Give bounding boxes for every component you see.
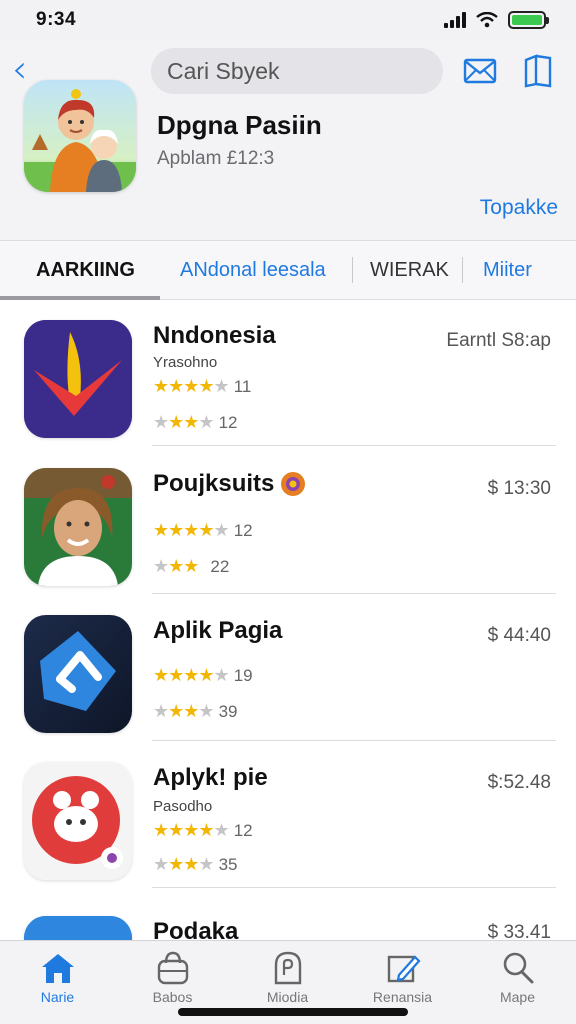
- tab-label: Renansia: [372, 989, 433, 1005]
- rating-stars: ★ ★★ 22: [153, 556, 230, 576]
- status-icons: [444, 11, 549, 29]
- list-item[interactable]: Poujksuits $ 13:30 ★★★★ ★ 12 ★ ★★ 22: [0, 448, 576, 594]
- bag-icon: [157, 951, 188, 985]
- divider: [152, 740, 556, 741]
- tab-home[interactable]: Narie: [0, 941, 115, 1024]
- rating-count: 12: [218, 412, 238, 432]
- featured-app-icon[interactable]: [24, 80, 136, 192]
- home-indicator[interactable]: [178, 1008, 408, 1016]
- app-price[interactable]: $:52.48: [488, 772, 551, 794]
- blue-app-icon: [24, 916, 132, 940]
- app-name: Aplik Pagia: [153, 617, 283, 644]
- app-name: Nndonesia: [153, 322, 276, 349]
- status-bar: 9:34: [0, 0, 576, 40]
- rating-stars: ★★★★ ★ 12: [153, 520, 253, 540]
- rating-count: 12: [233, 820, 253, 840]
- person-avatar-icon: [24, 468, 132, 586]
- app-price[interactable]: Earntl S8:ap: [446, 330, 551, 352]
- app-price[interactable]: $ 33.41: [488, 922, 551, 940]
- app-price[interactable]: $ 13:30: [488, 478, 551, 500]
- app-logo-icon: [24, 320, 132, 438]
- tab-ranking[interactable]: AARKIING: [36, 241, 135, 299]
- app-name: Poujksuits: [153, 470, 306, 498]
- tab-label: Narie: [40, 989, 75, 1005]
- app-subtitle: Pasodho: [153, 798, 213, 815]
- rating-stars: ★★★★ ★ 11: [153, 376, 252, 396]
- divider: [152, 593, 556, 594]
- badge-icon: [281, 472, 306, 496]
- app-name: Aplyk! pie: [153, 764, 268, 791]
- tab-search[interactable]: Mape: [460, 941, 575, 1024]
- get-link[interactable]: Topakke: [480, 196, 558, 220]
- rating-count: 35: [218, 854, 238, 874]
- rating-stars: ★★★★ ★ 12: [153, 820, 253, 840]
- signal-icon: [444, 12, 466, 28]
- battery-icon: [508, 11, 549, 29]
- tab-label: Miodia: [266, 989, 309, 1005]
- list-item[interactable]: Podaka $ 33.41: [0, 900, 576, 940]
- search-input[interactable]: Cari Sbyek: [151, 48, 443, 94]
- tab-separator: [462, 257, 463, 283]
- search-text: Cari Sbyek: [167, 57, 280, 84]
- tab-more[interactable]: Miiter: [483, 241, 532, 299]
- list-item[interactable]: Nndonesia Yrasohno Earntl S8:ap ★★★★ ★ 11…: [0, 300, 576, 446]
- arrow-app-icon: [24, 615, 132, 733]
- rating-stars: ★ ★★ ★ 39: [153, 701, 238, 721]
- search-icon: [503, 952, 533, 984]
- bookmark-icon[interactable]: [520, 52, 556, 88]
- tab-weekly[interactable]: WIERAK: [370, 241, 449, 299]
- app-title: Dpgna Pasiin: [157, 110, 322, 140]
- rating-count: 39: [218, 701, 238, 721]
- rating-stars: ★★★★ ★ 19: [153, 665, 253, 685]
- app-subtitle: Yrasohno: [153, 354, 218, 371]
- segment-tabs: AARKIING ANdonal leesala WIERAK Miiter: [0, 240, 576, 300]
- list-item[interactable]: Aplyk! pie Pasodho $:52.48 ★★★★ ★ 12 ★ ★★ ★…: [0, 742, 576, 888]
- app-list: Nndonesia Yrasohno Earntl S8:ap ★★★★ ★ 11…: [0, 300, 576, 940]
- wifi-icon: [476, 12, 498, 28]
- tab-separator: [352, 257, 353, 283]
- status-time: 9:34: [36, 9, 77, 30]
- rating-count: 12: [233, 520, 253, 540]
- rating-count: 22: [210, 556, 230, 576]
- tab-regional[interactable]: ANdonal leesala: [180, 241, 326, 299]
- tab-label: Babos: [152, 989, 193, 1005]
- divider: [152, 887, 556, 888]
- edit-icon: [387, 955, 421, 983]
- app-name: Podaka: [153, 918, 239, 940]
- app-name-text: Poujksuits: [153, 470, 275, 497]
- rating-stars: ★ ★★ ★ 35: [153, 854, 238, 874]
- app-header: ‹ Cari Sbyek Dpgna Pasiin Apblam £12:3 T…: [0, 40, 576, 240]
- rating-count: 19: [233, 665, 253, 685]
- media-icon: [274, 951, 301, 985]
- rating-count: 11: [233, 376, 252, 396]
- animal-app-icon: [24, 762, 132, 880]
- divider: [152, 445, 556, 446]
- rating-stars: ★ ★★ ★ 12: [153, 412, 238, 432]
- app-price[interactable]: $ 44:40: [488, 625, 551, 647]
- app-subtitle: Apblam £12:3: [157, 148, 275, 169]
- mail-icon[interactable]: [462, 52, 498, 88]
- list-item[interactable]: Aplik Pagia $ 44:40 ★★★★ ★ 19 ★ ★★ ★ 39: [0, 595, 576, 741]
- tab-label: Mape: [499, 989, 536, 1005]
- home-icon: [41, 954, 74, 983]
